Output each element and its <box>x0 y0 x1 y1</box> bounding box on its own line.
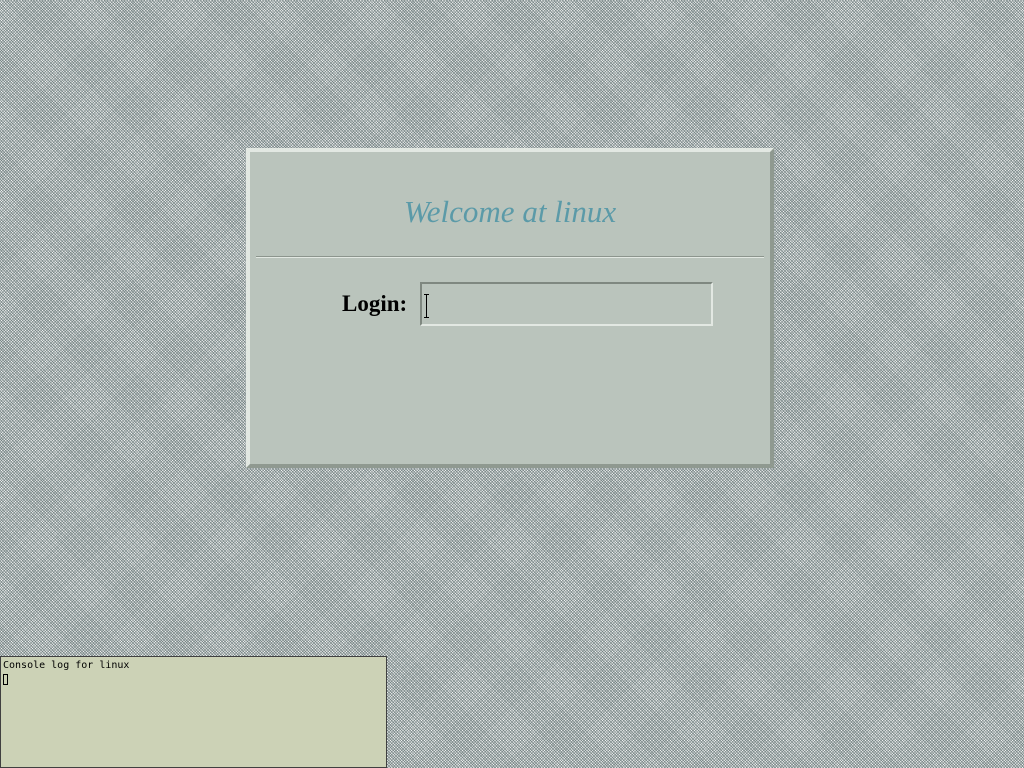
login-label: Login: <box>342 291 408 316</box>
console-cursor-icon <box>3 674 8 685</box>
console-title: Console log for linux <box>3 660 130 671</box>
login-greeter-panel: Welcome at linux Login: <box>246 148 774 468</box>
console-log-window[interactable]: Console log for linux <box>0 656 387 768</box>
separator-line <box>256 256 764 258</box>
login-input[interactable] <box>420 282 713 326</box>
welcome-heading: Welcome at linux <box>403 194 617 229</box>
